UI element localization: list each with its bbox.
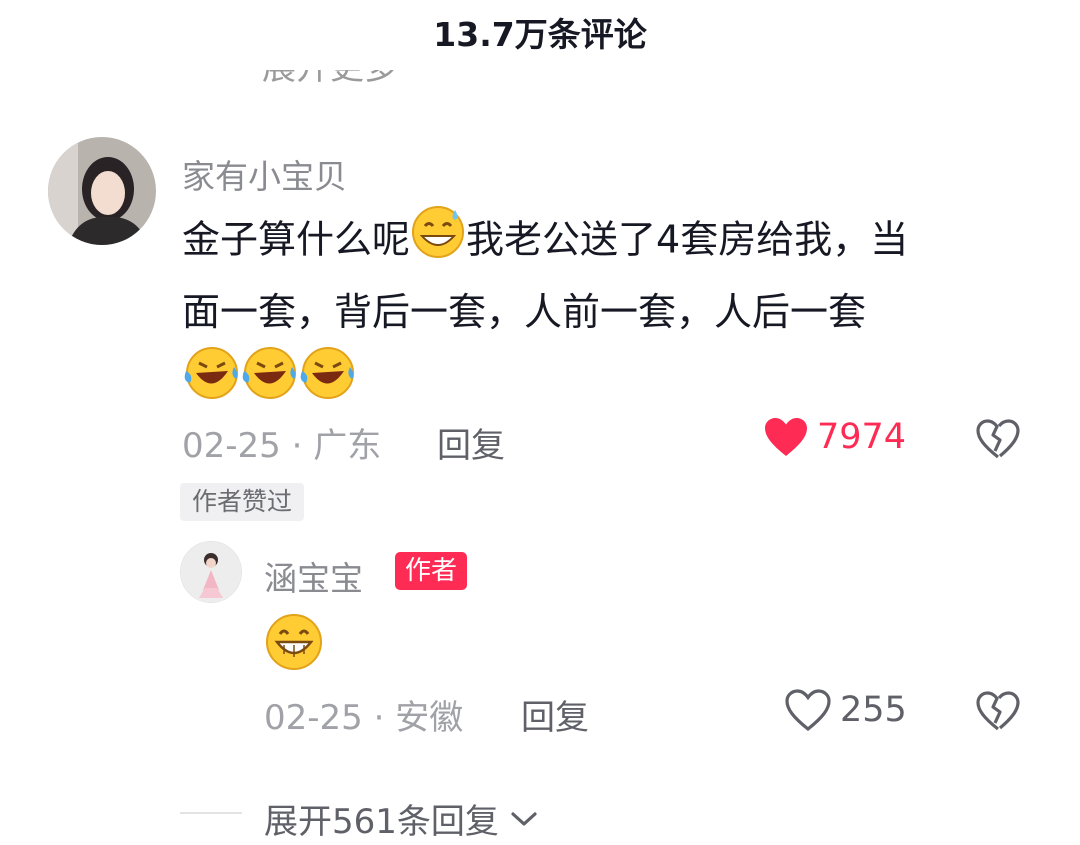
grin-emoji: [264, 612, 324, 676]
dislike-button[interactable]: [975, 418, 1021, 464]
comment-text: 金子算什么呢 我老公送了4套房给我，当 面一套，背后一套，人前一套，人后一套: [182, 204, 1042, 421]
expand-divider: [180, 812, 242, 814]
laughing-crying-emoji: [298, 345, 356, 421]
expand-replies-button[interactable]: 展开561条回复: [264, 794, 539, 843]
comment-username[interactable]: 家有小宝贝: [182, 150, 347, 198]
laughing-crying-emoji: [240, 345, 298, 421]
broken-heart-icon: [976, 419, 1020, 459]
sweat-smile-emoji: [410, 204, 466, 280]
comment-text-part2: 我老公送了4套房给我，当: [466, 217, 909, 262]
broken-heart-icon: [976, 691, 1020, 731]
heart-filled-icon: [765, 418, 807, 456]
author-badge: 作者: [395, 552, 468, 590]
reply-username[interactable]: 涵宝宝: [264, 552, 363, 600]
emoji-row: [182, 347, 356, 403]
avatar[interactable]: [48, 137, 156, 245]
chevron-down-icon: [511, 811, 537, 826]
expand-replies-label: 展开561条回复: [264, 802, 499, 842]
laughing-crying-emoji: [182, 345, 240, 421]
reply-avatar[interactable]: [180, 541, 242, 603]
comment-date-location: 02-25 · 广东: [182, 426, 382, 466]
comment-text-line2: 面一套，背后一套，人前一套，人后一套: [182, 290, 867, 334]
reply-reply-button[interactable]: 回复: [521, 690, 589, 739]
reply-like-count: 255: [840, 690, 907, 730]
heart-outline-icon: [785, 689, 831, 732]
author-liked-tag: 作者赞过: [180, 483, 305, 521]
comments-header: 13.7万条评论: [0, 0, 1080, 70]
like-button[interactable]: 7974: [763, 416, 906, 458]
reply-date-location: 02-25 · 安徽: [264, 698, 464, 738]
comment-text-part1: 金子算什么呢: [182, 217, 411, 262]
reply-button[interactable]: 回复: [437, 418, 505, 467]
reply-like-button[interactable]: 255: [784, 688, 907, 732]
comment-count-title: 13.7万条评论: [433, 15, 647, 54]
like-count: 7974: [817, 417, 907, 457]
reply-dislike-button[interactable]: [975, 690, 1021, 736]
